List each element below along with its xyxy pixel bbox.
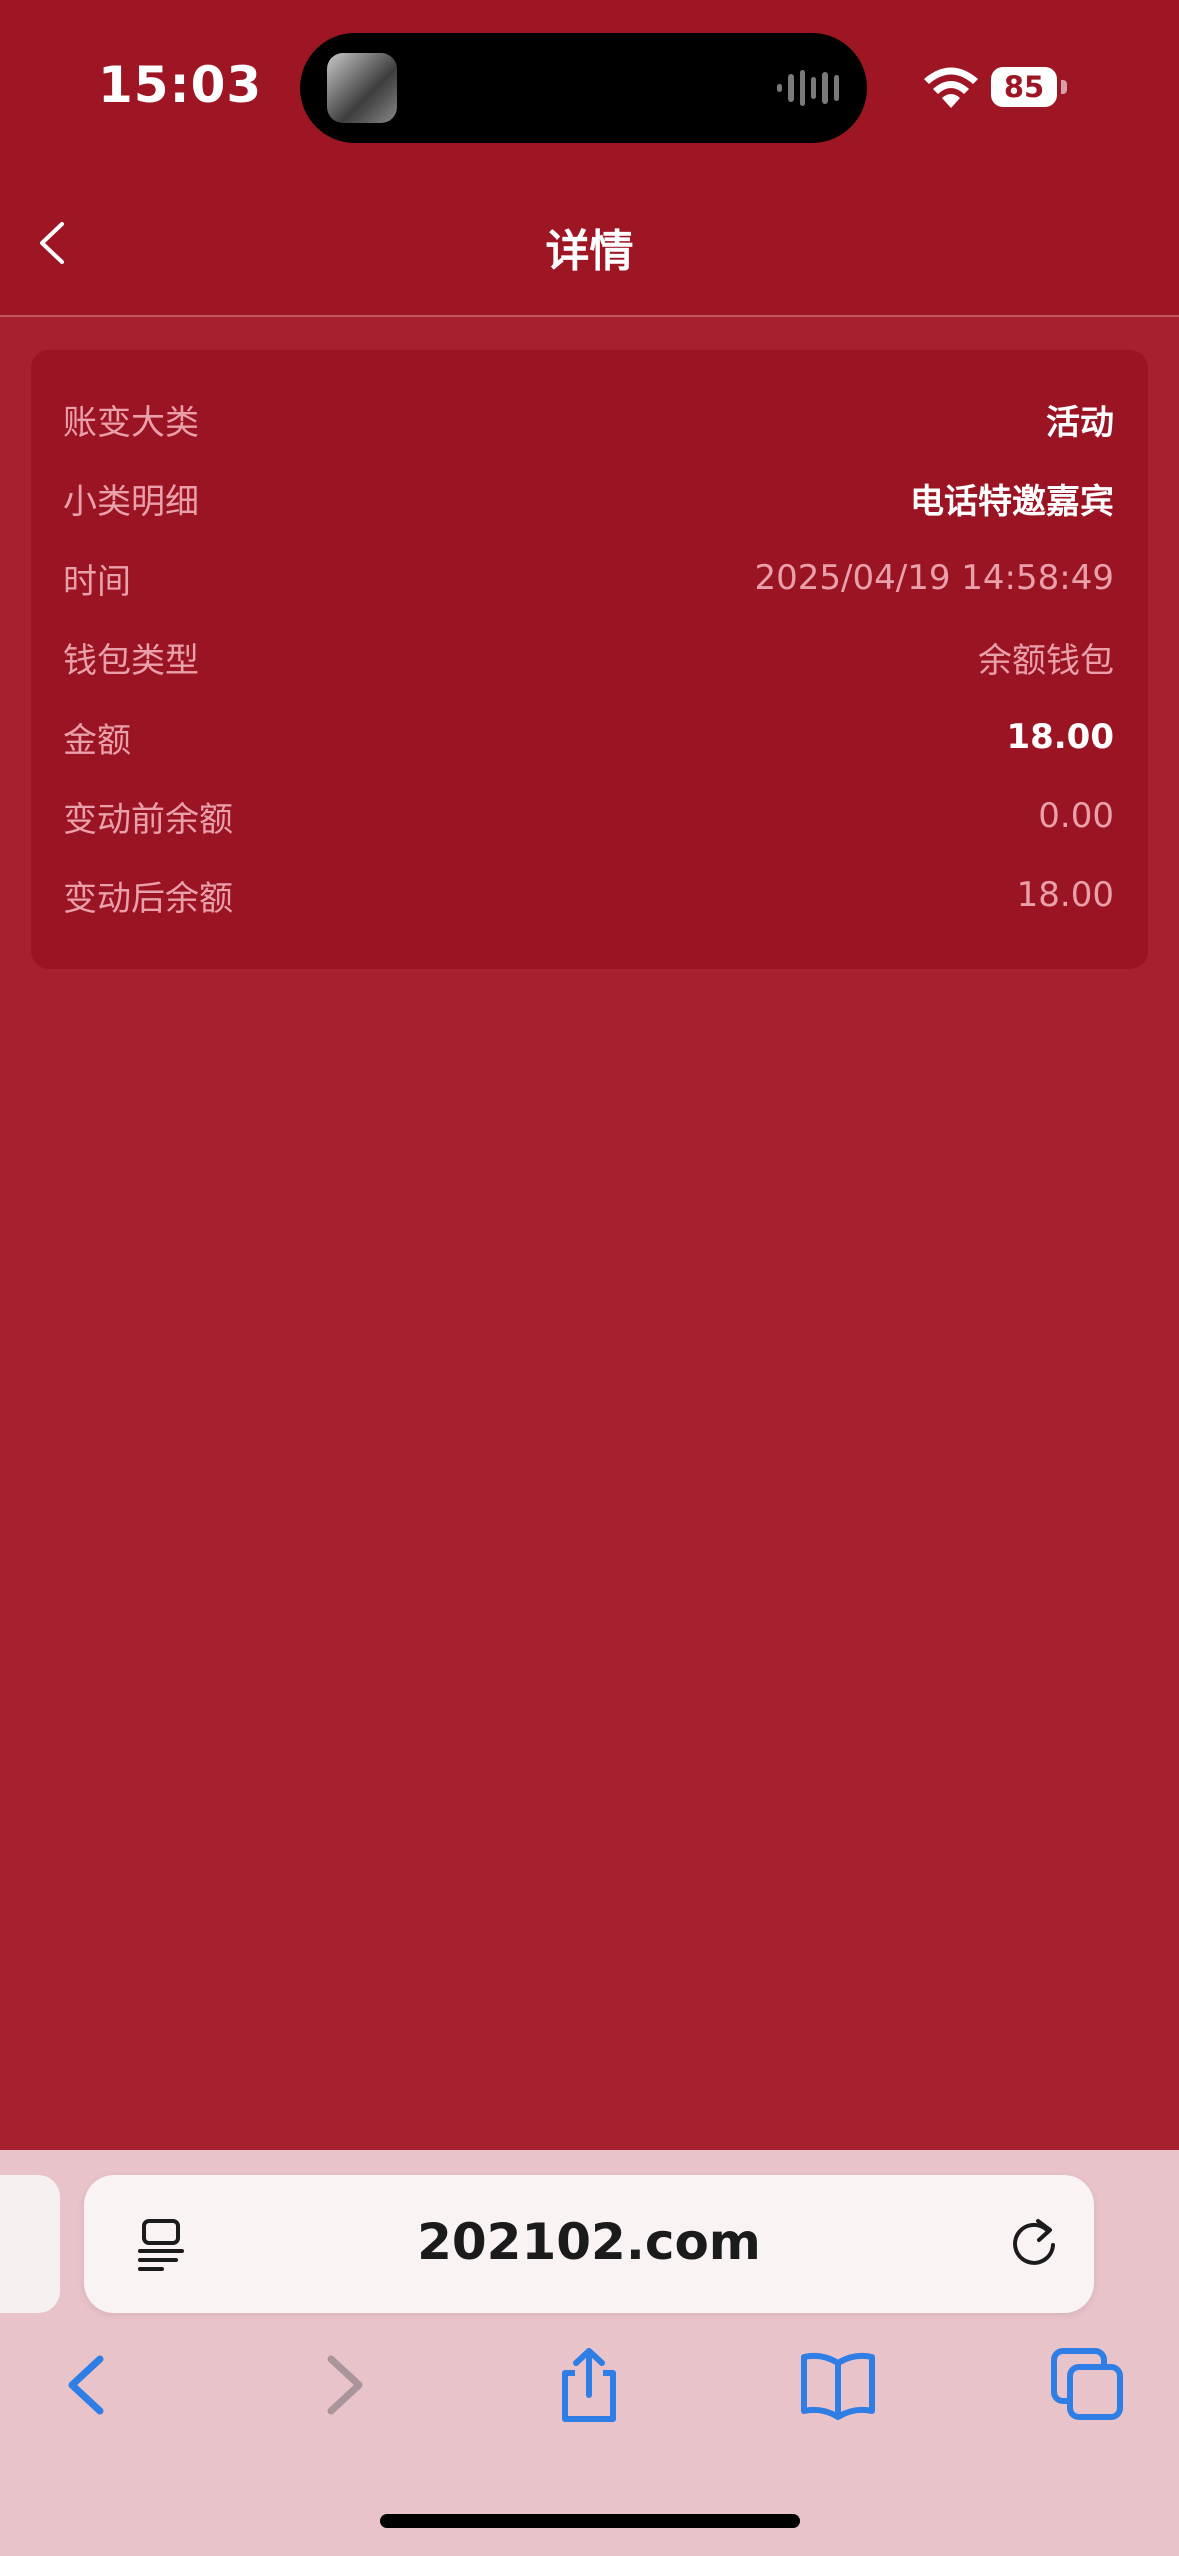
- wifi-icon: [924, 67, 978, 108]
- address-bar[interactable]: 202102.com: [84, 2175, 1094, 2313]
- bookmarks-icon[interactable]: [798, 2345, 878, 2425]
- detail-label: 小类明细: [63, 481, 199, 522]
- back-arrow-icon[interactable]: [48, 2345, 128, 2425]
- detail-label: 账变大类: [63, 402, 199, 443]
- detail-value: 余额钱包: [978, 640, 1114, 681]
- battery-tip: [1061, 80, 1067, 94]
- detail-label: 金额: [63, 720, 131, 761]
- detail-value: 18.00: [1016, 875, 1114, 915]
- detail-label: 变动前余额: [63, 799, 233, 840]
- detail-row: 金额 18.00: [63, 707, 1114, 767]
- detail-row: 小类明细 电话特邀嘉宾: [63, 468, 1114, 528]
- tabs-icon[interactable]: [1048, 2345, 1128, 2425]
- detail-row: 钱包类型 余额钱包: [63, 627, 1114, 687]
- dynamic-island[interactable]: [300, 33, 867, 143]
- share-icon[interactable]: [549, 2345, 629, 2425]
- reload-icon[interactable]: [1004, 2213, 1064, 2273]
- detail-row: 账变大类 活动: [63, 389, 1114, 449]
- detail-value: 0.00: [1038, 796, 1114, 836]
- battery-indicator: 85: [991, 67, 1057, 107]
- detail-label: 钱包类型: [63, 640, 199, 681]
- detail-value: 活动: [1046, 402, 1114, 443]
- audio-waveform-icon: [777, 69, 839, 107]
- status-time: 15:03: [98, 56, 263, 114]
- detail-label: 变动后余额: [63, 878, 233, 919]
- page-title: 详情: [545, 226, 634, 277]
- forward-arrow-icon[interactable]: [303, 2345, 383, 2425]
- detail-label: 时间: [63, 561, 131, 602]
- detail-value: 18.00: [1006, 717, 1114, 757]
- detail-row: 时间 2025/04/19 14:58:49: [63, 548, 1114, 608]
- detail-value: 2025/04/19 14:58:49: [754, 558, 1114, 598]
- home-indicator: [380, 2514, 800, 2528]
- previous-tab-peek[interactable]: [0, 2175, 60, 2313]
- status-bar: 15:03 85: [0, 0, 1179, 170]
- detail-value: 电话特邀嘉宾: [910, 481, 1114, 522]
- now-playing-artwork[interactable]: [327, 53, 397, 123]
- url-text[interactable]: 202102.com: [84, 2213, 1094, 2271]
- detail-row: 变动前余额 0.00: [63, 786, 1114, 846]
- nav-bar: 详情: [0, 170, 1179, 317]
- detail-card: 账变大类 活动 小类明细 电话特邀嘉宾 时间 2025/04/19 14:58:…: [31, 350, 1148, 969]
- detail-row: 变动后余额 18.00: [63, 865, 1114, 925]
